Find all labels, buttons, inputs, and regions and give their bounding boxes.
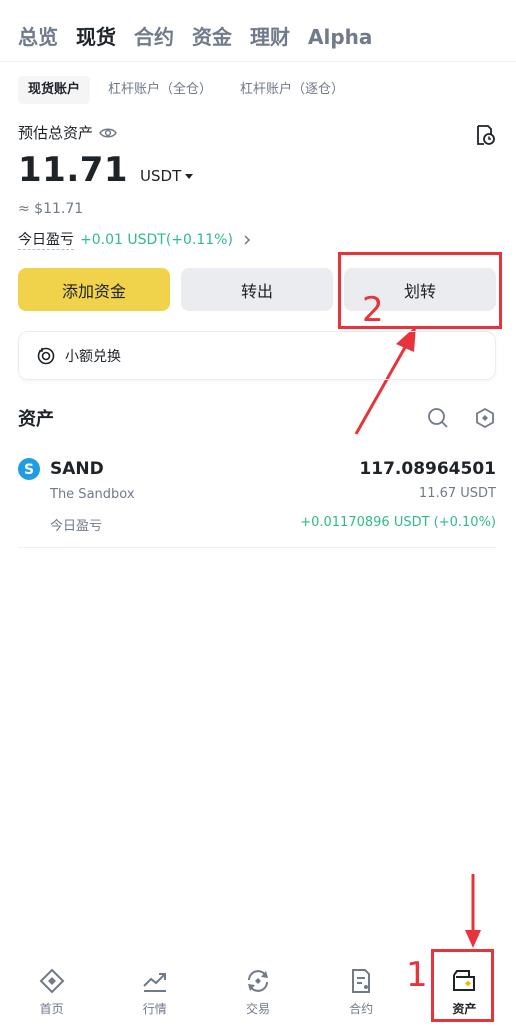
nav-futures[interactable]: 合约 (310, 955, 413, 1034)
nav-markets-label: 行情 (142, 1002, 167, 1016)
nav-assets-label: 资产 (452, 1002, 477, 1016)
today-pnl-value: +0.01 USDT(+0.11%) (80, 231, 233, 248)
withdraw-button[interactable]: 转出 (181, 268, 333, 311)
trade-icon (247, 970, 268, 992)
nav-home[interactable]: 首页 (0, 955, 103, 1034)
futures-icon (352, 969, 371, 993)
estimated-total-label: 预估总资产 (18, 122, 117, 143)
nav-trade[interactable]: 交易 (206, 955, 309, 1034)
fiat-equivalent: ≈ $11.71 (18, 201, 84, 217)
tab-futures[interactable]: 合约 (134, 22, 174, 52)
asset-value: 11.67 USDT (418, 486, 496, 501)
tab-overview[interactable]: 总览 (18, 22, 58, 52)
settings-icon[interactable] (474, 407, 496, 429)
tab-margin-isolated[interactable]: 杠杆账户（逐仓） (230, 76, 354, 104)
asset-pnl-label: 今日盈亏 (50, 519, 103, 534)
small-balance-convert-card[interactable]: 小额兑换 (18, 331, 496, 380)
asset-pnl-value: +0.01170896 USDT (+0.10%) (300, 515, 496, 530)
home-icon (39, 968, 65, 994)
today-pnl-row[interactable]: 今日盈亏 +0.01 USDT(+0.11%) (18, 229, 253, 250)
convert-label: 小额兑换 (65, 348, 121, 365)
asset-name: The Sandbox (50, 487, 135, 502)
balance-unit-selector[interactable]: USDT (140, 167, 194, 185)
nav-assets[interactable]: 资产 (413, 955, 516, 1034)
balance-unit-label: USDT (140, 167, 182, 185)
estimated-total-text: 预估总资产 (18, 124, 94, 142)
tab-alpha[interactable]: Alpha (308, 22, 372, 52)
tab-earn[interactable]: 理财 (250, 22, 290, 52)
history-icon[interactable] (474, 124, 496, 146)
nav-markets[interactable]: 行情 (103, 955, 206, 1034)
nav-futures-label: 合约 (349, 1002, 374, 1016)
convert-icon (37, 347, 55, 364)
top-divider (0, 61, 516, 62)
nav-trade-label: 交易 (245, 1002, 270, 1016)
sand-coin-icon: S (18, 458, 40, 480)
asset-symbol: SAND (50, 459, 104, 479)
balance-row: 11.71 USDT (18, 150, 194, 190)
tab-funding[interactable]: 资金 (192, 22, 232, 52)
search-icon[interactable] (427, 407, 449, 429)
wallet-icon (453, 970, 476, 991)
bottom-nav-bar: 首页 行情 交易 合约 资产 (0, 955, 516, 1034)
top-tab-bar: 总览 现货 合约 资金 理财 Alpha (18, 22, 390, 52)
eye-icon[interactable] (99, 126, 117, 140)
annotation-arrow-down (465, 874, 481, 948)
chevron-right-icon (244, 234, 251, 245)
asset-row-sand[interactable]: S SAND The Sandbox 117.08964501 11.67 US… (18, 456, 496, 548)
markets-icon (143, 973, 166, 992)
today-pnl-label: 今日盈亏 (18, 229, 74, 250)
add-funds-button[interactable]: 添加资金 (18, 268, 170, 311)
caret-down-icon (185, 173, 194, 179)
assets-section-title: 资产 (18, 409, 54, 430)
tab-spot-account[interactable]: 现货账户 (18, 76, 91, 104)
asset-amount: 117.08964501 (359, 459, 496, 479)
svg-text:S: S (24, 462, 34, 478)
balance-amount: 11.71 (18, 150, 129, 190)
nav-home-label: 首页 (39, 1002, 64, 1016)
account-tab-bar: 现货账户 杠杆账户（全仓） 杠杆账户（逐仓） (18, 75, 362, 105)
tab-margin-cross[interactable]: 杠杆账户（全仓） (98, 76, 222, 104)
tab-spot[interactable]: 现货 (76, 22, 116, 52)
